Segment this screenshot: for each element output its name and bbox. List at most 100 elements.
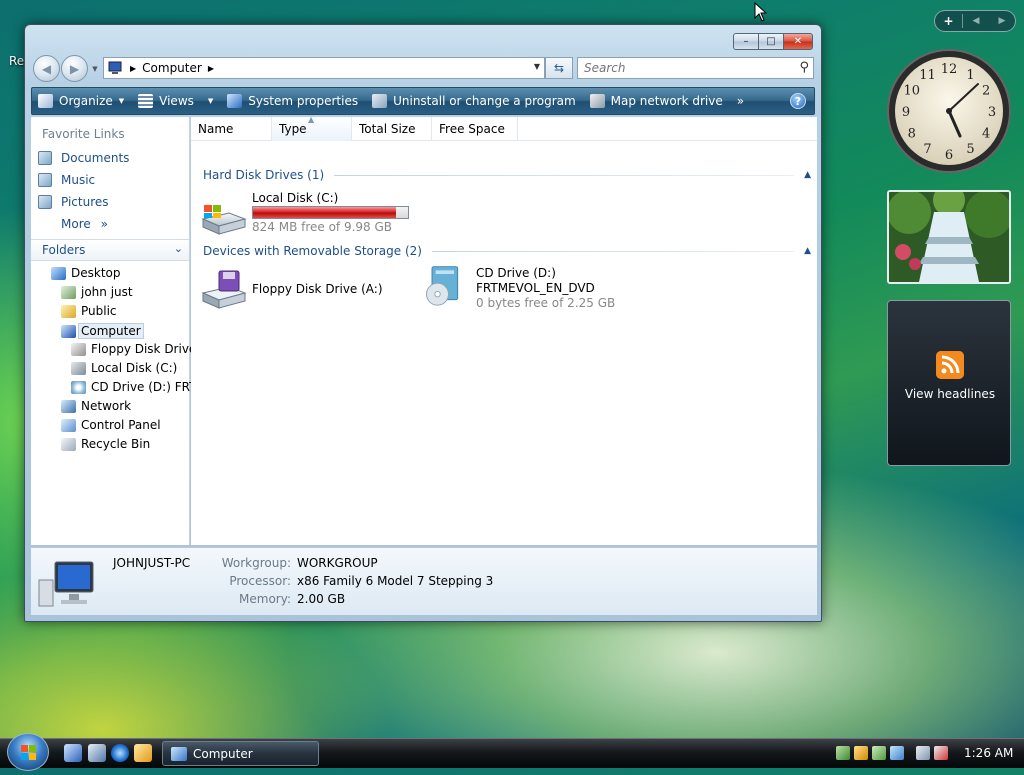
sort-arrow-icon: ▲ [308,115,315,124]
views-label: Views [159,94,194,108]
column-header-total-size[interactable]: Total Size [352,117,432,141]
favorite-link-music[interactable]: Music [38,173,95,187]
show-desktop-icon[interactable] [64,744,82,762]
breadcrumb-separator-icon[interactable]: ▶ [208,64,214,73]
desktop-icon-label[interactable]: Re [9,54,24,68]
floppy-drive-name[interactable]: Floppy Disk Drive (A:) [252,282,383,297]
add-gadget-button[interactable]: + [935,14,963,28]
group-title: Hard Disk Drives (1) [203,168,325,182]
breadcrumb-separator-icon[interactable]: ▶ [130,64,136,73]
computer-icon [108,61,122,74]
floppy-drive-icon[interactable] [199,267,247,311]
folders-header[interactable]: Folders ⌄ [31,239,189,261]
tree-item-label: Local Disk (C:) [91,361,178,375]
collapse-arrow-icon[interactable]: ▲ [804,246,811,256]
previous-gadgets-button[interactable]: ◀ [963,16,989,26]
group-header-removable[interactable]: Devices with Removable Storage (2) ▲ [203,242,811,260]
tray-volume-muted-icon[interactable] [934,746,948,760]
cd-drive-info[interactable]: CD Drive (D:) FRTMEVOL_EN_DVD 0 bytes fr… [476,266,615,311]
start-button[interactable] [7,733,49,771]
map-network-drive-button[interactable]: Map network drive [589,94,723,108]
taskbar-window-computer[interactable]: Computer [162,741,319,766]
clock-number: 8 [908,127,916,142]
clock-number: 7 [923,142,931,157]
minimize-button[interactable]: – [733,33,759,50]
refresh-button[interactable]: ⇆ [545,57,573,79]
close-button[interactable]: ✕ [783,33,813,50]
search-input[interactable] [582,60,782,76]
tree-item-network[interactable]: Network [61,399,131,413]
media-player-icon[interactable] [134,744,152,762]
organize-button[interactable]: Organize ▼ [38,94,124,108]
taskbar-window-label: Computer [193,746,253,761]
tree-item-recycle-bin[interactable]: Recycle Bin [61,437,150,451]
feed-headlines-gadget[interactable]: View headlines [887,300,1011,466]
group-divider [334,174,795,176]
search-icon[interactable]: ⚲ [799,60,809,75]
computer-icon [61,324,76,338]
tray-network-icon[interactable] [916,746,930,760]
cd-drive-icon[interactable] [419,263,467,307]
more-label: More [61,217,91,231]
capacity-bar [252,206,409,219]
slideshow-gadget[interactable] [887,190,1011,284]
tree-item-computer[interactable]: Computer [61,323,144,339]
internet-explorer-icon[interactable] [111,744,129,762]
clock-gadget[interactable]: 12 12 3 45678 9 1011 [886,48,1012,174]
system-tray [836,742,952,764]
floppy-drive-icon [71,342,86,356]
favorite-link-pictures[interactable]: Pictures [38,195,109,209]
address-dropdown-icon[interactable]: ▼ [534,62,540,71]
organize-label: Organize [59,94,113,108]
taskbar-clock[interactable]: 1:26 AM [964,746,1013,760]
favorite-links-more[interactable]: More » [61,217,108,231]
switch-windows-icon[interactable] [88,744,106,762]
tree-item-user-folder[interactable]: john just [61,285,133,299]
more-commands-button[interactable]: » [737,94,744,108]
favorite-link-documents[interactable]: Documents [38,151,129,165]
tree-item-public[interactable]: Public [61,304,117,318]
column-header-free-space[interactable]: Free Space [432,117,518,141]
column-header-type[interactable]: ▲ Type [272,115,352,141]
help-button[interactable]: ? [790,93,806,109]
details-key: Workgroup: [221,556,291,570]
pictures-icon [38,195,52,209]
tree-item-floppy[interactable]: Floppy Disk Drive [71,342,196,356]
maximize-button[interactable]: □ [758,33,784,50]
views-button[interactable]: Views ▼ [138,94,213,108]
chevron-down-icon: ▼ [118,97,125,105]
address-bar[interactable]: ▶ Computer ▶ ▼ [103,57,545,79]
back-button[interactable]: ◀ [33,55,60,82]
local-disk-icon[interactable] [199,197,247,241]
collapse-arrow-icon[interactable]: ▲ [804,170,811,180]
tree-item-local-disk[interactable]: Local Disk (C:) [71,361,177,375]
local-disk-name[interactable]: Local Disk (C:) [252,191,338,206]
tree-item-desktop[interactable]: Desktop [51,266,121,280]
tray-defender-icon[interactable] [872,746,886,760]
forward-button[interactable]: ▶ [61,55,88,82]
favorite-link-label: Documents [61,151,130,165]
navigation-buttons: ◀ ▶ ▼ [33,55,101,82]
clock-number: 4 [982,127,990,142]
details-row-memory: Memory: 2.00 GB [111,592,345,606]
views-icon [138,94,154,108]
recent-pages-dropdown[interactable]: ▼ [89,55,101,82]
tray-security-icon[interactable] [854,746,868,760]
folders-title: Folders [42,243,86,257]
view-headlines-link[interactable]: View headlines [888,387,1012,401]
group-header-hard-disk[interactable]: Hard Disk Drives (1) ▲ [203,166,811,184]
breadcrumb-computer[interactable]: Computer [142,61,202,75]
column-header-name[interactable]: Name [191,117,272,141]
uninstall-program-button[interactable]: Uninstall or change a program [372,94,576,108]
tree-item-cd-drive[interactable]: CD Drive (D:) FRTI [71,380,200,394]
recycle-bin-icon [61,437,76,451]
rss-feed-icon [936,351,964,379]
clock-number: 9 [902,105,910,120]
group-title: Devices with Removable Storage (2) [203,244,422,258]
system-properties-button[interactable]: System properties [227,94,358,108]
cd-drive-icon [71,380,86,394]
tray-update-icon[interactable] [836,746,850,760]
tree-item-control-panel[interactable]: Control Panel [61,418,161,432]
tray-network-status-icon[interactable] [890,746,904,760]
next-gadgets-button[interactable]: ▶ [989,16,1015,26]
